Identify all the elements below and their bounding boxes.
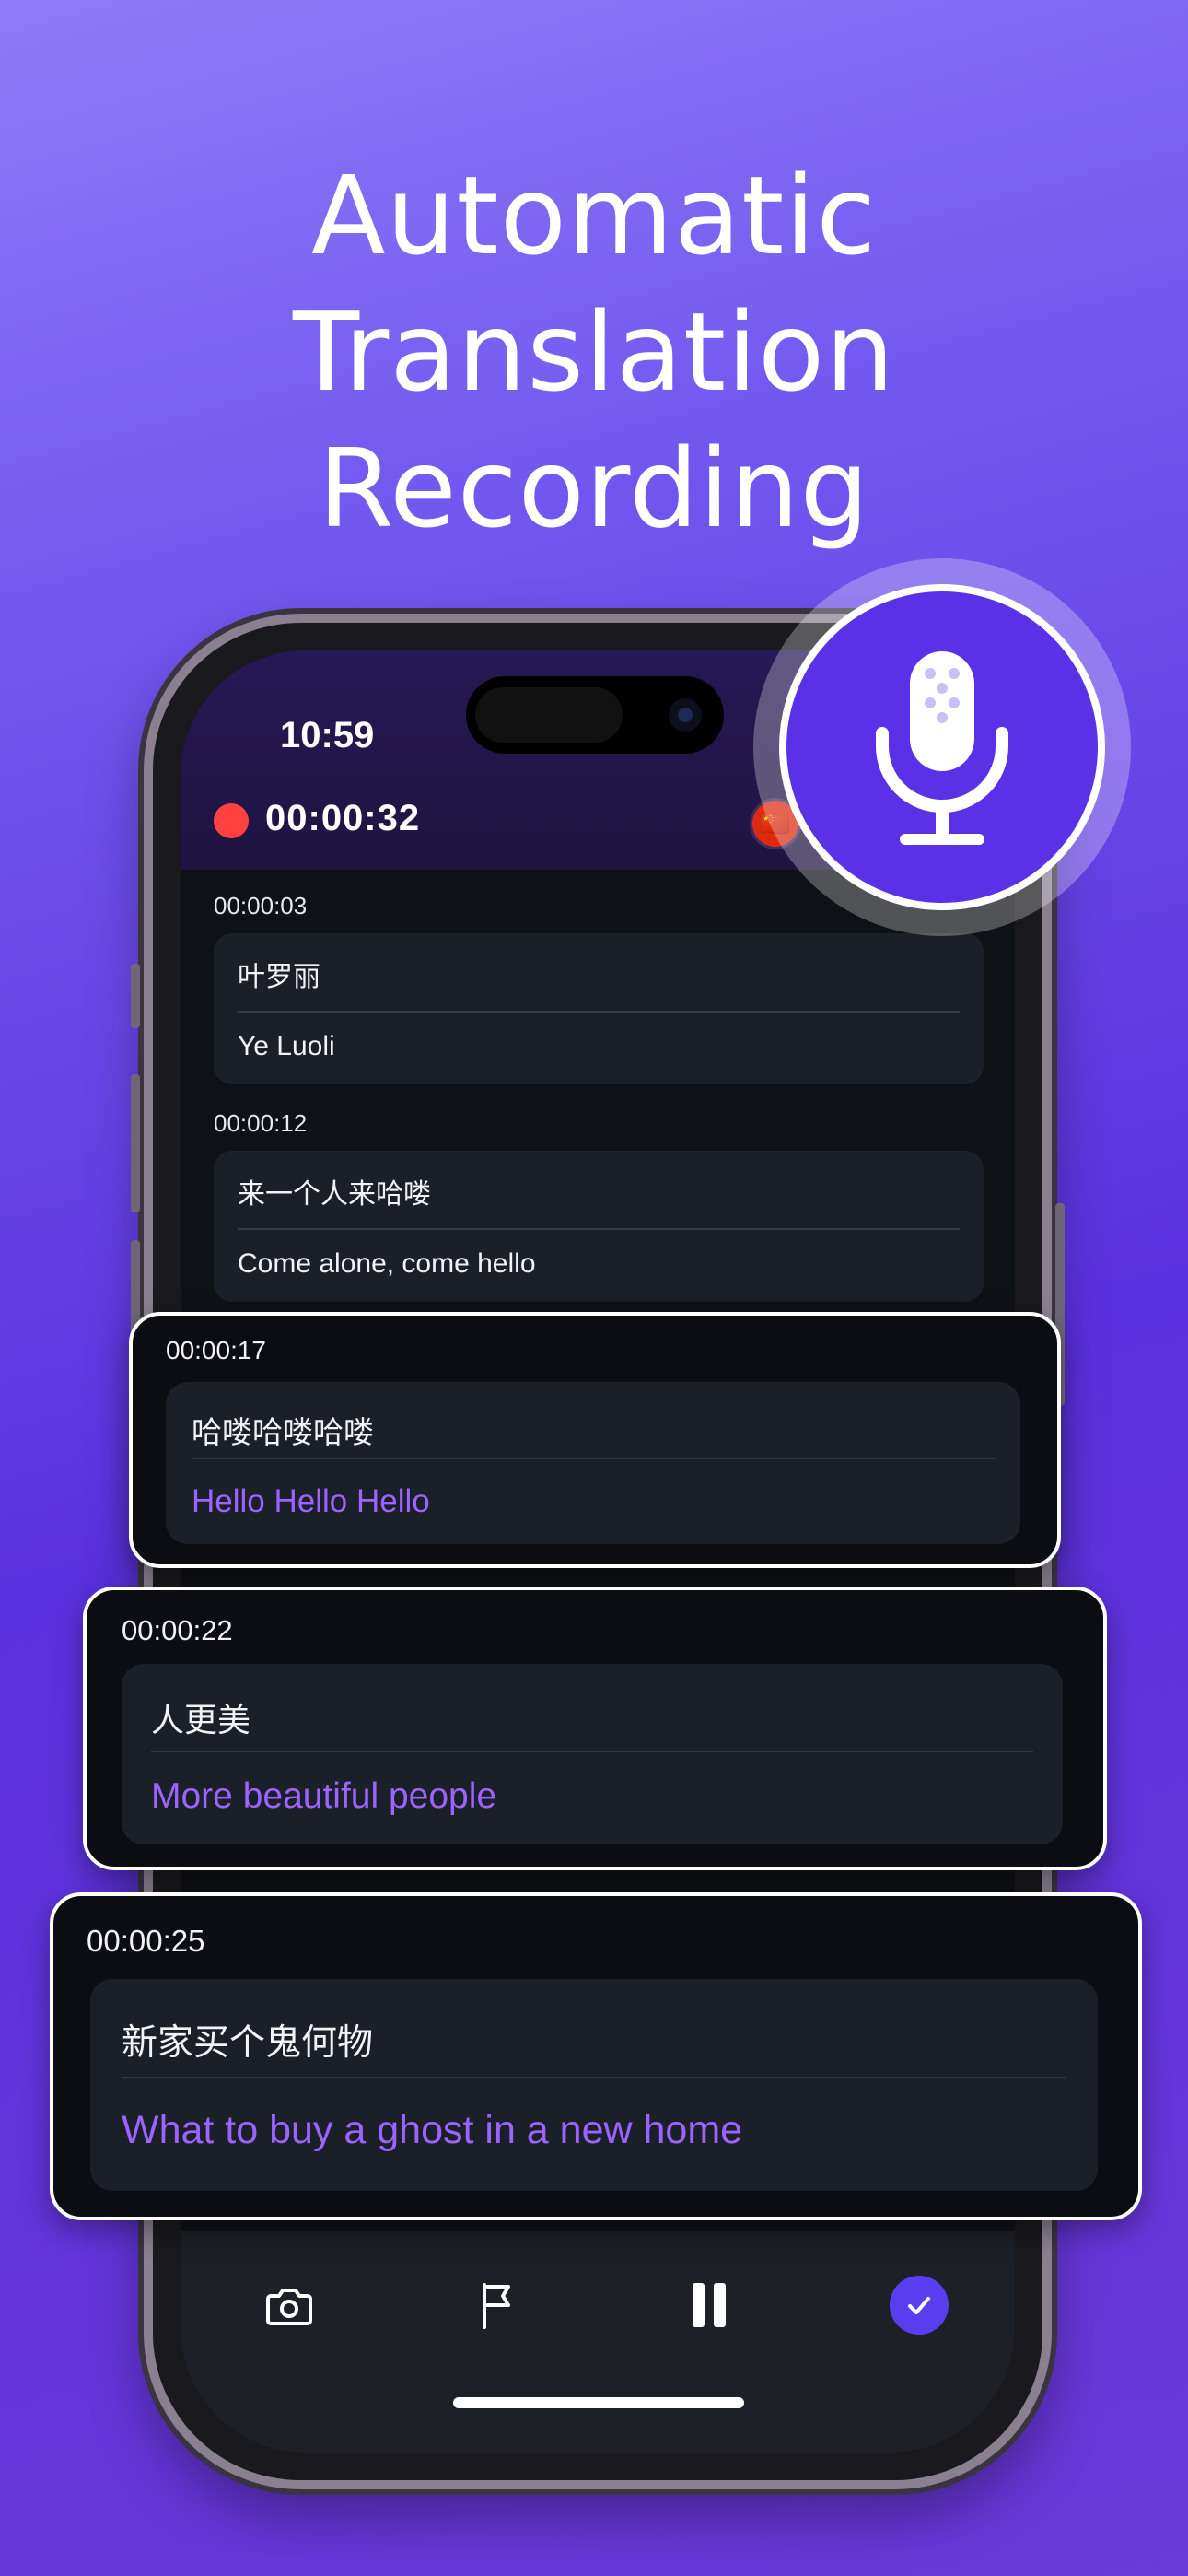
dynamic-island [466, 676, 724, 754]
headline-line-2: Recording [318, 425, 870, 552]
pause-button[interactable] [672, 2268, 746, 2342]
entry-translation-text: More beautiful people [151, 1776, 497, 1816]
entry-divider [192, 1458, 995, 1459]
mic-badge [779, 584, 1105, 910]
headline-line-1: Automatic Translation [293, 152, 895, 416]
entry-original-text: 叶罗丽 [238, 933, 960, 1013]
finish-button[interactable] [882, 2268, 956, 2342]
entry-original-text: 人更美 [151, 1701, 251, 1739]
entry-translation-text: What to buy a ghost in a new home [122, 2108, 743, 2152]
recording-toolbar [181, 2231, 1015, 2453]
camera-button[interactable] [252, 2268, 326, 2342]
highlighted-entry-1[interactable]: 00:00:17 哈喽哈喽哈喽 Hello Hello Hello [129, 1312, 1061, 1568]
entry-original-text: 来一个人来哈喽 [238, 1151, 960, 1230]
entry-timestamp: 00:00:17 [166, 1336, 266, 1364]
record-indicator-icon [214, 803, 249, 838]
island-pill [475, 687, 623, 743]
highlighted-entry-2[interactable]: 00:00:22 人更美 More beautiful people [83, 1587, 1107, 1870]
entry-translation-text: Hello Hello Hello [192, 1483, 430, 1519]
entry-translation-text: Ye Luoli [238, 1031, 335, 1061]
check-icon [890, 2276, 949, 2335]
entry-translation-text: Come alone, come hello [238, 1248, 536, 1279]
entry-card: 新家买个鬼何物 What to buy a ghost in a new hom… [90, 1979, 1098, 2191]
front-camera [669, 698, 702, 732]
entry-card[interactable]: 叶罗丽 Ye Luoli [214, 933, 984, 1084]
highlighted-entry-3[interactable]: 00:00:25 新家买个鬼何物 What to buy a ghost in … [50, 1892, 1142, 2220]
microphone-icon [876, 651, 1008, 845]
entry-original-text: 哈喽哈喽哈喽 [192, 1415, 374, 1449]
entry-card: 哈喽哈喽哈喽 Hello Hello Hello [166, 1382, 1020, 1544]
flag-marker-button[interactable] [462, 2268, 536, 2342]
entry-divider [122, 2077, 1066, 2078]
transcript-entry: 00:00:12 来一个人来哈喽 Come alone, come hello [214, 1109, 984, 1302]
entry-divider [151, 1751, 1033, 1752]
entry-timestamp: 00:00:12 [214, 1109, 308, 1137]
headline: Automatic Translation Recording [0, 147, 1188, 556]
recording-elapsed-time: 00:00:32 [265, 798, 421, 838]
flag-icon [483, 2283, 510, 2329]
camera-icon [266, 2289, 312, 2325]
pause-icon [693, 2283, 726, 2327]
home-indicator [453, 2397, 744, 2408]
entry-original-text: 新家买个鬼何物 [122, 2023, 374, 2063]
entry-card: 人更美 More beautiful people [122, 1664, 1063, 1844]
entry-timestamp: 00:00:25 [87, 1924, 205, 1958]
phone-volume-up [131, 1074, 140, 1212]
phone-mute-switch [131, 964, 140, 1028]
status-time: 10:59 [280, 715, 375, 755]
entry-card[interactable]: 来一个人来哈喽 Come alone, come hello [214, 1151, 984, 1302]
entry-timestamp: 00:00:22 [122, 1614, 233, 1646]
